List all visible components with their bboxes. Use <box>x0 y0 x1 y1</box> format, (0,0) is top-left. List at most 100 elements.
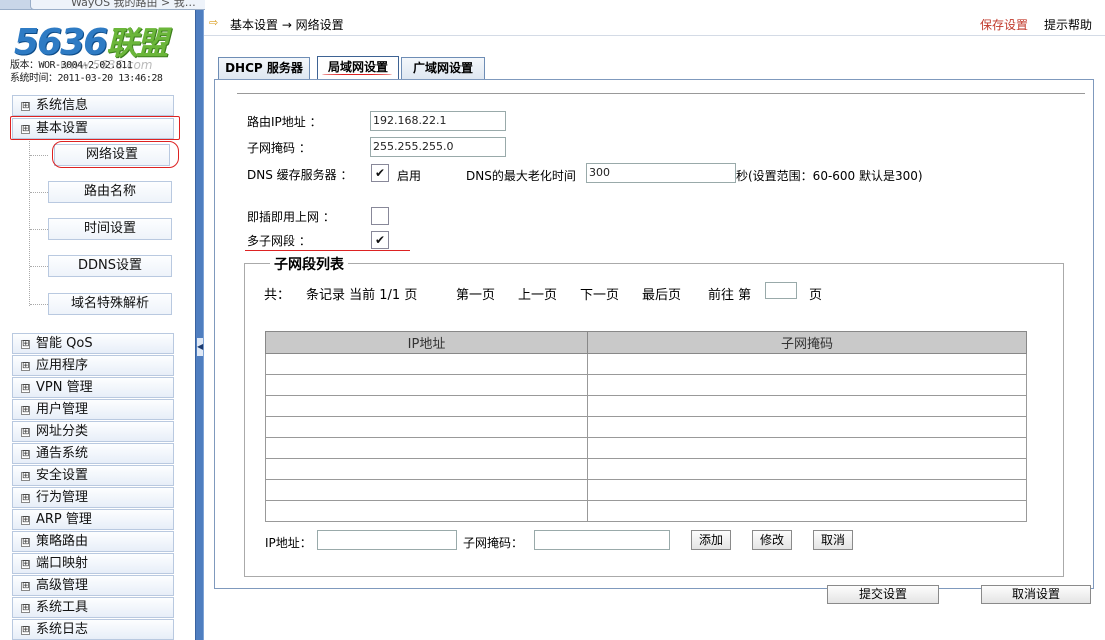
sidebar-item-label: 端口映射 <box>36 556 89 571</box>
sidebar-item[interactable]: ⊞ 通告系统 <box>12 443 174 464</box>
submit-settings-button[interactable]: 提交设置 <box>827 585 939 604</box>
add-button[interactable]: 添加 <box>691 530 731 550</box>
collapse-arrow-icon[interactable]: ◀ <box>197 338 203 356</box>
save-settings-link[interactable]: 保存设置 <box>980 16 1028 33</box>
cancel-settings-button[interactable]: 取消设置 <box>981 585 1091 604</box>
cancel-button[interactable]: 取消 <box>813 530 853 550</box>
sidebar-item-label: 网址分类 <box>36 424 89 439</box>
sidebar-item[interactable]: ⊞ 策略路由 <box>12 531 174 552</box>
sidebar-sub-domain-resolution[interactable]: 域名特殊解析 <box>48 293 172 315</box>
sidebar-item-label: ARP 管理 <box>36 512 92 527</box>
expand-icon: ⊞ <box>21 471 30 481</box>
sidebar-item-label: 策略路由 <box>36 534 89 549</box>
tree-branch <box>30 192 48 193</box>
expand-icon: ⊞ <box>21 603 30 613</box>
mask-cell <box>587 416 1027 438</box>
arrow-right-icon: ⇨ <box>209 16 219 29</box>
expand-icon: ⊞ <box>21 581 30 591</box>
tree-line <box>29 141 30 306</box>
sidebar-item[interactable]: ⊞ 系统工具 <box>12 597 174 618</box>
table-row[interactable] <box>265 458 1027 480</box>
expand-icon: ⊞ <box>21 101 30 111</box>
sidebar-sub-time-settings[interactable]: 时间设置 <box>48 218 172 240</box>
ip-cell <box>265 458 588 480</box>
table-row[interactable] <box>265 374 1027 396</box>
dns-max-age-input[interactable]: 300 <box>586 163 736 183</box>
pager-prev[interactable]: 上一页 <box>518 284 557 303</box>
ip-cell <box>265 395 588 417</box>
expand-icon: ⊞ <box>21 427 30 437</box>
sidebar-item[interactable]: ⊞ 高级管理 <box>12 575 174 596</box>
tab-lan-settings[interactable]: 局域网设置 <box>317 56 399 80</box>
sidebar-splitter[interactable]: ◀ <box>195 10 204 640</box>
breadcrumb: 基本设置 → 网络设置 <box>230 18 344 32</box>
plug-and-play-label: 即插即用上网 ： <box>247 210 335 224</box>
pager-first[interactable]: 第一页 <box>456 284 495 303</box>
sidebar-item-label: 系统工具 <box>36 600 89 615</box>
new-mask-input[interactable] <box>534 530 670 550</box>
modify-button[interactable]: 修改 <box>752 530 792 550</box>
divider <box>237 93 1085 94</box>
sidebar-sub-ddns-settings[interactable]: DDNS设置 <box>48 255 172 277</box>
pager-last[interactable]: 最后页 <box>642 284 681 303</box>
expand-icon: ⊞ <box>21 361 30 371</box>
table-row[interactable] <box>265 353 1027 375</box>
sidebar-item[interactable]: ⊞ 网址分类 <box>12 421 174 442</box>
tab-wan-settings[interactable]: 广域网设置 <box>401 57 485 79</box>
subnet-list-legend: 子网段列表 <box>270 254 348 274</box>
browser-tab[interactable]: WayOS 我的路由 > 我… × <box>30 0 205 9</box>
help-link[interactable]: 提示帮助 <box>1044 16 1092 33</box>
dns-range-hint: 秒(设置范围：60-600 默认是300) <box>736 169 923 183</box>
plug-and-play-checkbox[interactable] <box>371 207 389 225</box>
sidebar-item[interactable]: ⊞ 系统日志 <box>12 619 174 640</box>
table-row[interactable] <box>265 416 1027 438</box>
router-ip-label: 路由IP地址 ： <box>247 115 322 129</box>
dns-enable-checkbox[interactable]: ✔ <box>371 164 389 182</box>
sidebar-item-label: 安全设置 <box>36 468 89 483</box>
sidebar: 5636联盟 www.5636.com 版本：WOR-3004-2.02.811… <box>0 10 195 640</box>
ip-cell <box>265 500 588 522</box>
sidebar-item[interactable]: ⊞ 端口映射 <box>12 553 174 574</box>
tree-branch <box>30 304 48 305</box>
underline-annotation <box>322 74 392 75</box>
ip-cell <box>265 416 588 438</box>
sidebar-item[interactable]: ⊞ ARP 管理 <box>12 509 174 530</box>
sidebar-item[interactable]: ⊞ 智能 QoS <box>12 333 174 354</box>
sidebar-item[interactable]: ⊞ 安全设置 <box>12 465 174 486</box>
router-ip-input[interactable]: 192.168.22.1 <box>370 111 506 131</box>
new-ip-input[interactable] <box>317 530 457 550</box>
subnet-table: IP地址 子网掩码 <box>265 331 1027 522</box>
sidebar-item-system-info[interactable]: ⊞ 系统信息 <box>12 95 174 116</box>
tab-dhcp-server[interactable]: DHCP 服务器 <box>218 57 310 79</box>
sidebar-item-label: 高级管理 <box>36 578 89 593</box>
sidebar-item[interactable]: ⊞ 用户管理 <box>12 399 174 420</box>
mask-cell <box>587 374 1027 396</box>
table-row[interactable] <box>265 479 1027 501</box>
multi-subnet-checkbox[interactable]: ✔ <box>371 231 389 249</box>
pager-goto-input[interactable] <box>765 282 797 299</box>
multi-subnet-label: 多子网段 ： <box>247 234 311 248</box>
tree-branch <box>30 229 48 230</box>
column-header-mask: 子网掩码 <box>587 331 1027 354</box>
table-row[interactable] <box>265 395 1027 417</box>
sidebar-item[interactable]: ⊞ VPN 管理 <box>12 377 174 398</box>
sidebar-item[interactable]: ⊞ 行为管理 <box>12 487 174 508</box>
subnet-mask-input[interactable]: 255.255.255.0 <box>370 137 506 157</box>
mask-cell <box>587 395 1027 417</box>
mask-cell <box>587 479 1027 501</box>
expand-icon: ⊞ <box>21 537 30 547</box>
sidebar-sub-router-name[interactable]: 路由名称 <box>48 181 172 203</box>
ip-cell <box>265 437 588 459</box>
expand-icon: ⊞ <box>21 515 30 525</box>
table-row[interactable] <box>265 437 1027 459</box>
sidebar-item-label: VPN 管理 <box>36 380 93 395</box>
subnet-list-fieldset: 子网段列表 共： 条记录 当前 1/1 页 第一页 上一页 下一页 最后页 前往… <box>244 254 1064 577</box>
sidebar-item[interactable]: ⊞ 应用程序 <box>12 355 174 376</box>
pager-next[interactable]: 下一页 <box>580 284 619 303</box>
expand-icon: ⊞ <box>21 405 30 415</box>
dns-cache-label: DNS 缓存服务器 ： <box>247 168 353 182</box>
table-row[interactable] <box>265 500 1027 522</box>
underline-annotation <box>245 250 410 251</box>
expand-icon: ⊞ <box>21 559 30 569</box>
lan-settings-panel: 路由IP地址 ： 192.168.22.1 子网掩码 ： 255.255.255… <box>214 79 1094 589</box>
